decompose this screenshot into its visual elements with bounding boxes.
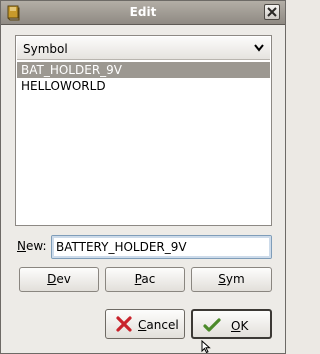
pac-button[interactable]: Pac <box>105 267 185 292</box>
title-bar[interactable]: Edit <box>1 1 285 25</box>
cancel-label: Cancel <box>138 318 179 332</box>
chevron-down-icon <box>254 44 264 52</box>
list-column-header[interactable]: Symbol <box>17 37 270 60</box>
dev-button[interactable]: Dev <box>19 267 99 292</box>
mouse-cursor-icon <box>201 340 211 353</box>
green-check-icon <box>203 318 221 332</box>
close-icon <box>267 7 277 17</box>
edit-dialog: Edit Symbol BAT_HOLDER_9V HELLOWORLD New… <box>0 0 286 354</box>
window-title: Edit <box>129 5 157 19</box>
column-header-symbol: Symbol <box>23 42 68 56</box>
new-name-input[interactable] <box>51 235 272 259</box>
symbol-list[interactable]: Symbol BAT_HOLDER_9V HELLOWORLD <box>15 35 272 226</box>
ok-label: OK <box>231 319 249 333</box>
sym-button[interactable]: Sym <box>191 267 272 292</box>
close-button[interactable] <box>264 4 280 20</box>
list-item[interactable]: HELLOWORLD <box>17 78 270 94</box>
ok-button[interactable]: OK <box>191 309 272 339</box>
list-item[interactable]: BAT_HOLDER_9V <box>17 62 270 78</box>
red-x-icon <box>116 316 132 332</box>
new-name-label: New: <box>17 239 47 253</box>
cancel-button[interactable]: Cancel <box>105 309 185 339</box>
